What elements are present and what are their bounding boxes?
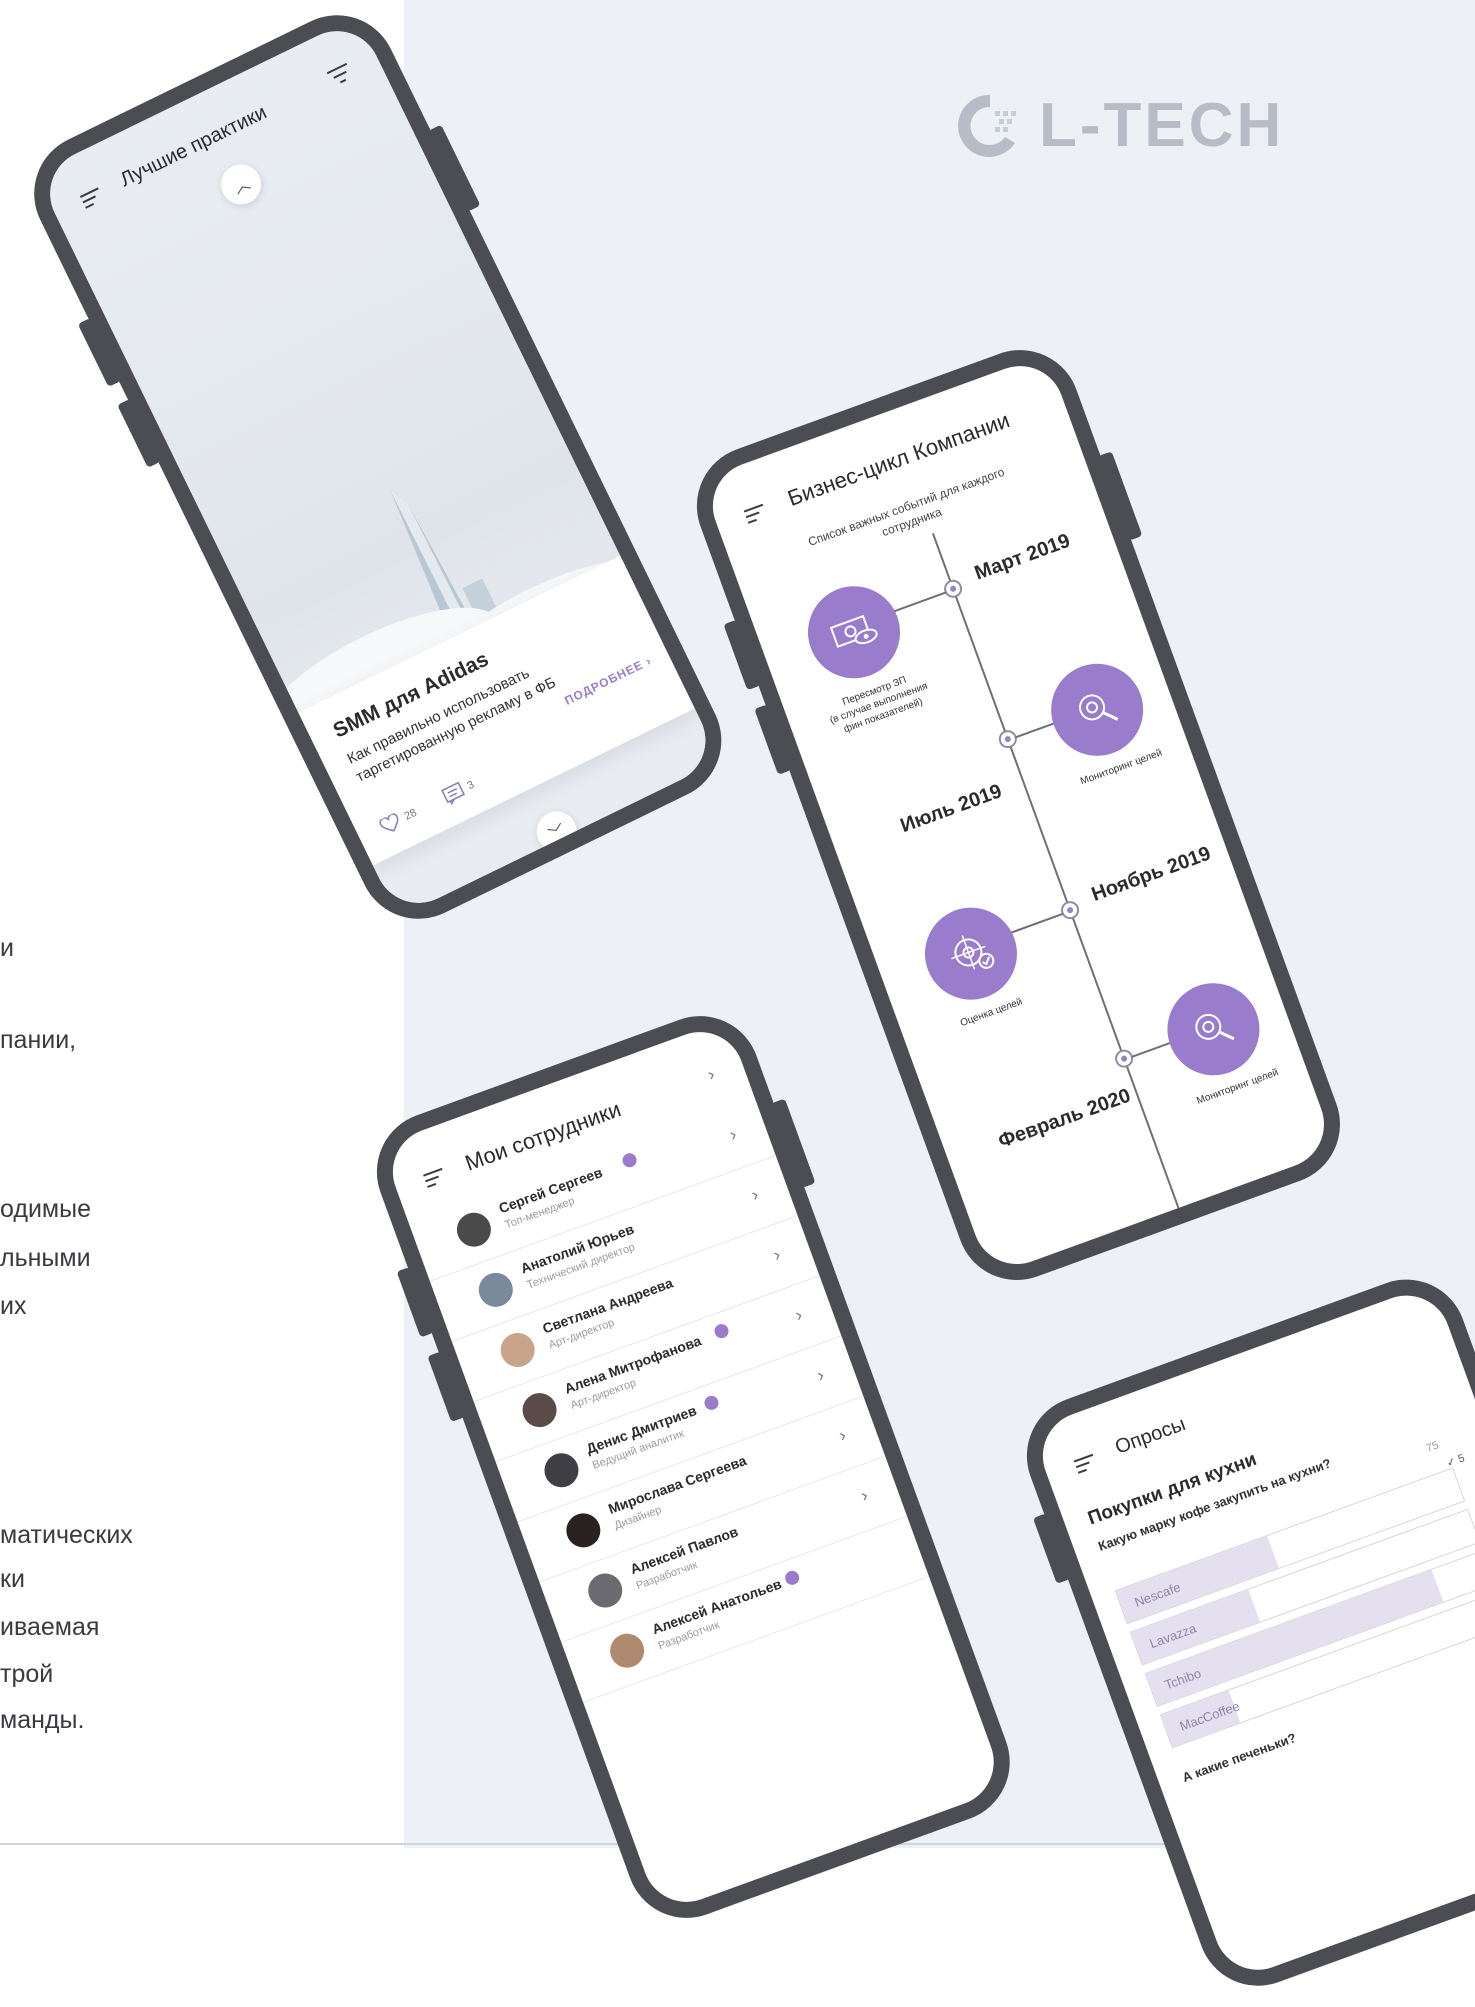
event-month: Март 2019 [971,529,1074,585]
timeline-dot [1112,1047,1136,1071]
timeline-dot [1058,898,1082,922]
avatar [517,1388,562,1432]
left-text-10: манды. [0,1706,85,1734]
avatar [583,1568,628,1613]
avatar [605,1628,649,1673]
chevron-right-icon: › [748,1184,762,1205]
comments[interactable]: 3 [441,776,478,806]
screen-title: Опросы [1112,1413,1189,1459]
logo-icon [958,94,1016,157]
left-text-8: иваемая [0,1613,100,1641]
comments-count: 3 [465,778,477,793]
more-link[interactable]: ПОДРОБНЕЕ › [562,653,654,707]
timeline-connector [1004,912,1064,936]
timeline-dot [941,577,965,601]
avatar [452,1207,496,1252]
left-text-1: и [0,934,14,962]
comment-icon [441,781,466,806]
chevron-right-icon: › [792,1304,805,1326]
menu-icon[interactable] [743,503,768,524]
left-text-4: льными [0,1244,91,1272]
event-month: Ноябрь 2019 [1088,842,1214,906]
left-text-2: пании, [0,1026,77,1054]
status-badge [702,1393,721,1412]
target-check-icon[interactable] [912,894,1030,1013]
timeline-dot [996,727,1020,751]
likes[interactable]: 28 [378,804,420,837]
target-search-icon[interactable] [1154,970,1273,1089]
more-link-label: ПОДРОБНЕЕ [562,657,646,708]
status-badge [783,1568,802,1587]
target-search-icon[interactable] [1038,650,1157,769]
menu-icon[interactable] [423,1167,447,1188]
chevron-right-icon: › [814,1364,827,1386]
avatar [561,1508,606,1553]
status-badge [620,1151,639,1170]
logo-text: L-TECH [1039,91,1285,160]
avatar [474,1268,518,1312]
timeline-connector [1015,721,1058,739]
heart-icon [379,813,399,832]
left-text-7: ки [0,1565,25,1593]
poll-count-voted: ✓ 5 [1445,1451,1466,1470]
chevron-up-icon: ︿ [231,175,254,198]
event-month: Июль 2019 [897,780,1005,838]
event-month: Февраль 2020 [995,1084,1134,1153]
poll-count: 75 [1424,1439,1441,1455]
left-text-9: трой [0,1660,54,1688]
status-badge [712,1322,731,1341]
likes-count: 28 [402,806,419,823]
avatar [539,1448,584,1493]
brand-logo: L-TECH [955,90,1284,161]
event-label: Пересмотр ЗП (в случае выполнения фин по… [811,663,946,744]
left-text-6: матических [0,1521,133,1549]
chevron-right-icon[interactable]: › [705,1064,718,1086]
subtitle-line2: сотрудника [879,504,944,540]
card-description-line2: таргетированную рекламу в ФБ [353,673,559,786]
money-eye-icon[interactable] [795,573,913,692]
chevron-right-icon: › [858,1484,871,1506]
chevron-right-icon: › [770,1244,783,1266]
left-text-3: одимые [0,1195,91,1223]
chevron-right-icon: › [643,653,654,669]
chevron-down-icon: ﹀ [546,822,569,845]
timeline-connector [1131,1040,1174,1058]
left-text-5: их [0,1292,27,1320]
menu-icon[interactable] [1073,1453,1098,1474]
timeline-connector [887,591,947,615]
chevron-right-icon: › [836,1424,849,1446]
avatar [495,1328,540,1372]
chevron-right-icon: › [726,1123,740,1145]
